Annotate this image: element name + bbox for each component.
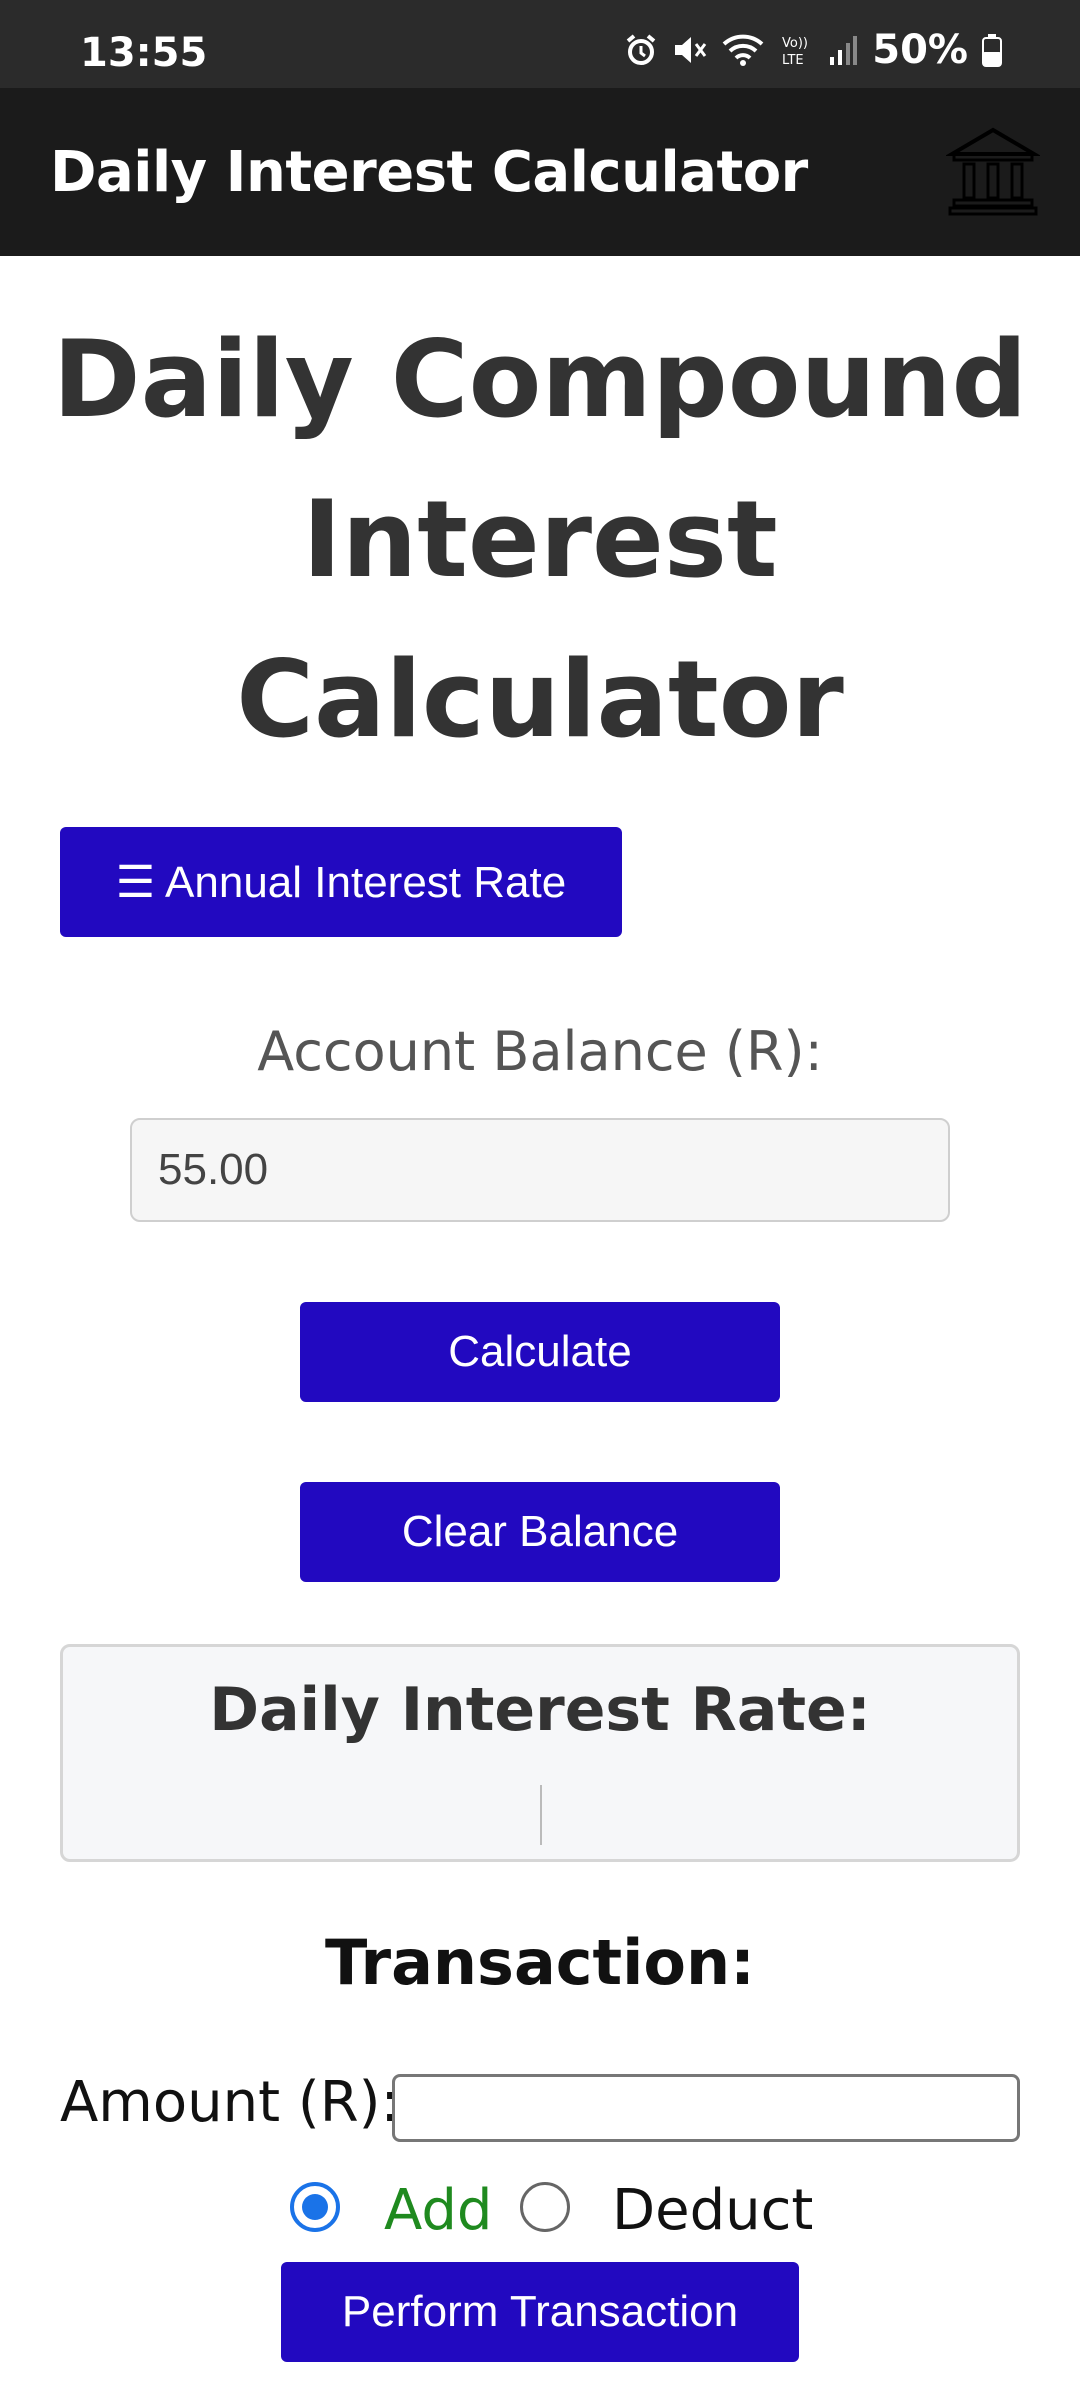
svg-text:Vo)): Vo)) (782, 36, 808, 51)
status-time: 13:55 (80, 30, 208, 76)
battery-percent: 50% (872, 27, 968, 73)
text-caret (540, 1785, 542, 1845)
daily-interest-rate-title: Daily Interest Rate: (209, 1675, 871, 1745)
mute-icon (672, 33, 708, 67)
deduct-radio[interactable] (520, 2182, 570, 2232)
deduct-radio-label[interactable]: Deduct (612, 2178, 813, 2243)
volte-icon: Vo)) LTE (780, 33, 814, 67)
alarm-icon (624, 33, 658, 67)
app-title: Daily Interest Calculator (50, 140, 808, 205)
status-icons: Vo)) LTE 50% (624, 27, 1002, 73)
amount-input[interactable] (392, 2074, 1020, 2142)
transaction-title: Transaction: (325, 1926, 755, 1999)
add-radio-label[interactable]: Add (384, 2178, 492, 2243)
battery-icon (982, 33, 1002, 67)
add-radio[interactable] (290, 2182, 340, 2232)
bank-icon (944, 126, 1042, 221)
account-balance-input[interactable] (130, 1118, 950, 1222)
page-title: Daily Compound Interest Calculator (52, 318, 1028, 761)
daily-interest-rate-panel: Daily Interest Rate: (60, 1644, 1020, 1862)
svg-text:LTE: LTE (782, 53, 804, 67)
wifi-icon (722, 33, 766, 67)
perform-transaction-button[interactable]: Perform Transaction (281, 2262, 799, 2362)
annual-interest-rate-menu-button[interactable]: ☰ Annual Interest Rate (60, 827, 622, 937)
amount-label: Amount (R): (60, 2070, 400, 2135)
clear-balance-button[interactable]: Clear Balance (300, 1482, 780, 1582)
signal-icon (828, 33, 858, 67)
calculate-button[interactable]: Calculate (300, 1302, 780, 1402)
status-bar: 13:55 Vo)) LTE 50% (0, 0, 1080, 88)
account-balance-label: Account Balance (R): (257, 1020, 823, 1083)
app-bar: Daily Interest Calculator (0, 88, 1080, 256)
